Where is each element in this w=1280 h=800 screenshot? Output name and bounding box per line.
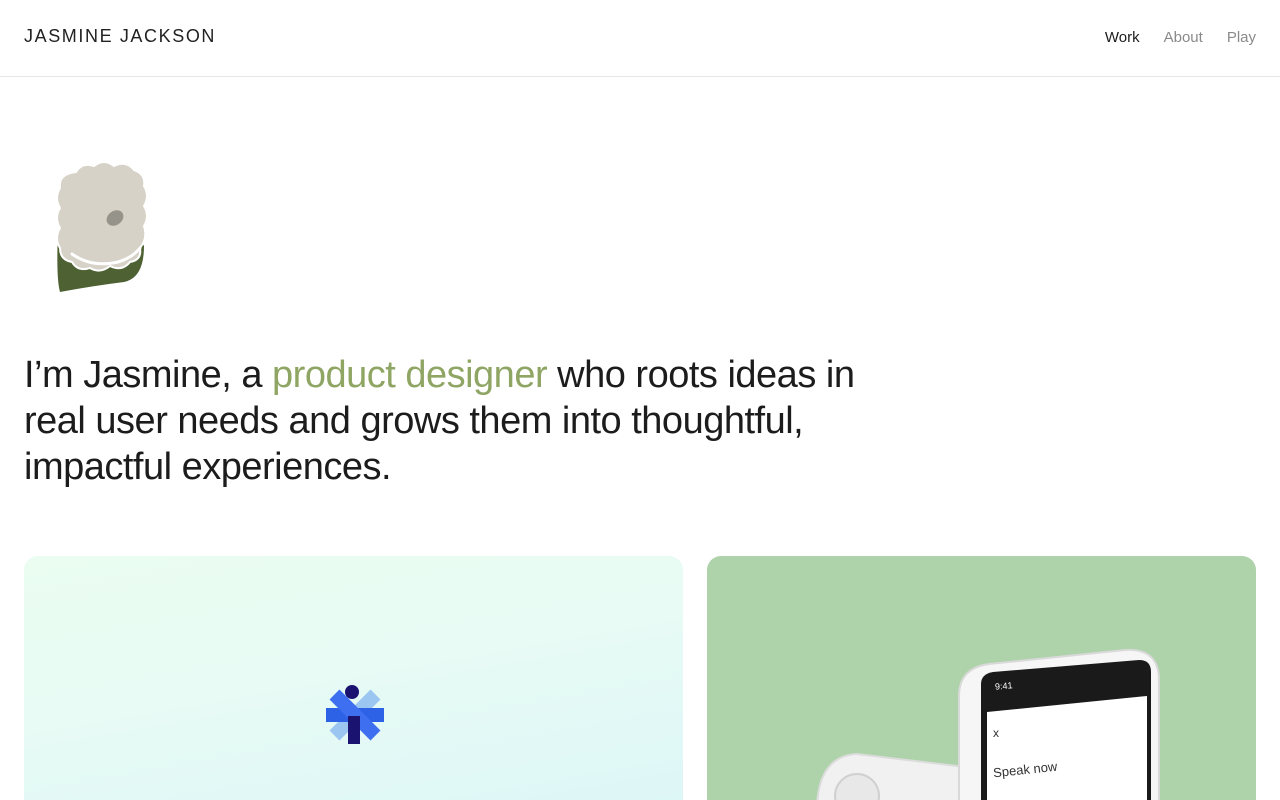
site-header: JASMINE JACKSON Work About Play bbox=[0, 0, 1280, 77]
hero-headline: I’m Jasmine, a product designer who root… bbox=[24, 352, 924, 490]
flower-illustration bbox=[56, 161, 148, 292]
phone-close-icon: x bbox=[993, 726, 999, 740]
project-card-right[interactable]: 9:41 x Speak now bbox=[707, 556, 1256, 800]
phones-mockup bbox=[816, 648, 1160, 800]
nav-work[interactable]: Work bbox=[1105, 29, 1140, 46]
nav-about[interactable]: About bbox=[1164, 29, 1203, 46]
phone-status-time: 9:41 bbox=[994, 680, 1013, 692]
main-nav: Work About Play bbox=[1105, 29, 1256, 46]
project-card-left[interactable] bbox=[24, 556, 683, 800]
asterisk-logo-icon bbox=[326, 685, 384, 744]
site-brand[interactable]: JASMINE JACKSON bbox=[24, 26, 216, 47]
nav-play[interactable]: Play bbox=[1227, 29, 1256, 46]
hero-intro-accent: product designer bbox=[272, 354, 548, 396]
hero-intro-before: I’m Jasmine, a bbox=[24, 354, 273, 396]
